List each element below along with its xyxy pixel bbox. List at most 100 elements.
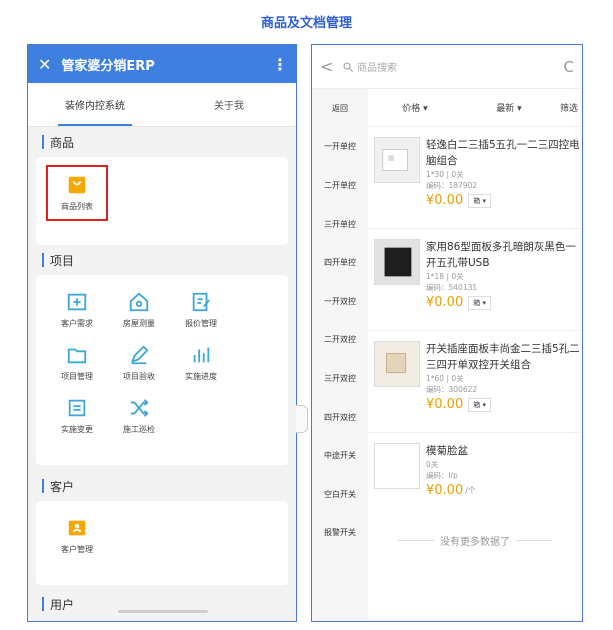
- side-drawer-handle[interactable]: [296, 405, 308, 433]
- item-label: 客户管理: [61, 544, 93, 554]
- product-price: ¥0.00: [426, 193, 464, 208]
- divider: [516, 540, 552, 541]
- product-name: 轻逸白二三插5五孔一二三四控电脑组合: [426, 139, 580, 167]
- no-more-text: 没有更多数据了: [440, 537, 510, 548]
- erp-home-screen: ✕ 管家婆分销ERP ⋮ 装修内控系统 关于我 商品 商品列表 项目 客户需求: [27, 44, 297, 622]
- category-item[interactable]: 一开单控: [312, 128, 368, 167]
- app-title: 管家婆分销ERP: [61, 58, 155, 74]
- implementation-change-button[interactable]: 实施变更: [46, 389, 108, 442]
- item-label: 房屋测量: [123, 318, 155, 328]
- house-measure-button[interactable]: 房屋测量: [108, 283, 170, 336]
- section-marker: [42, 479, 44, 493]
- product-price: ¥0.00: [426, 397, 464, 412]
- item-label: 实施变更: [61, 424, 93, 434]
- product-code: 编码：300622: [426, 385, 478, 394]
- customer-demand-button[interactable]: 客户需求: [46, 283, 108, 336]
- category-item[interactable]: 三开双控: [312, 359, 368, 398]
- section-customer-header: 客户: [28, 471, 296, 501]
- product-code: 编码：187902: [426, 181, 478, 190]
- search-icon: [343, 62, 353, 72]
- category-item[interactable]: 三开单控: [312, 205, 368, 244]
- category-item[interactable]: 报警开关: [312, 514, 368, 553]
- search-input[interactable]: 商品搜索: [342, 59, 562, 74]
- back-icon[interactable]: <: [320, 57, 342, 76]
- pencil-icon: [131, 344, 149, 364]
- shuffle-icon: [130, 398, 149, 417]
- list-item[interactable]: 轻逸白二三插5五孔一二三四控电脑组合 1*30 | 0关 编码：187902 ¥…: [368, 127, 582, 229]
- search-placeholder: 商品搜索: [357, 63, 397, 74]
- category-item[interactable]: 二开双控: [312, 321, 368, 360]
- product-thumbnail: [374, 239, 420, 285]
- filter-button[interactable]: 筛选: [556, 101, 582, 114]
- unit-label: /个: [465, 486, 476, 495]
- category-sidebar: 返回 一开单控 二开单控 三开单控 四开单控 一开双控 二开双控 三开双控 四开…: [312, 89, 368, 621]
- list-box-icon: [68, 399, 86, 416]
- list-item[interactable]: 开关插座面板丰尚金二三插5孔二三四开单双控开关组合 1*60 | 0关 编码：3…: [368, 331, 582, 433]
- bar-chart-icon: [193, 347, 210, 362]
- section-title: 项目: [50, 253, 75, 268]
- product-list: 价格 ▾ 最新 ▾ 筛选 轻逸白二三插5五孔一二三四控电脑组合 1*30 | 0…: [368, 89, 582, 621]
- unit-select[interactable]: 箱 ▾: [468, 295, 491, 310]
- section-title: 客户: [50, 479, 75, 494]
- project-acceptance-button[interactable]: 项目验收: [108, 336, 170, 389]
- end-of-list: 没有更多数据了: [368, 533, 582, 548]
- construction-inspection-button[interactable]: 施工巡检: [108, 389, 170, 442]
- section-title: 商品: [50, 135, 75, 150]
- product-price: ¥0.00: [426, 483, 464, 498]
- quote-management-button[interactable]: 报价管理: [170, 283, 232, 336]
- section-project-header: 项目: [28, 245, 296, 275]
- tab-decoration-control[interactable]: 装修内控系统: [28, 83, 162, 126]
- product-price: ¥0.00: [426, 295, 464, 310]
- item-label: 实施进度: [185, 371, 217, 381]
- category-item[interactable]: 中途开关: [312, 436, 368, 475]
- section-user-header: 用户: [28, 589, 296, 619]
- edit-document-icon: [192, 292, 210, 311]
- product-spec: 0关: [426, 460, 439, 469]
- sort-newest[interactable]: 最新 ▾: [462, 101, 556, 114]
- section-title: 用户: [50, 597, 75, 612]
- unit-select[interactable]: 箱 ▾: [468, 193, 491, 208]
- category-item[interactable]: 一开双控: [312, 282, 368, 321]
- shopping-bag-icon: [68, 176, 86, 194]
- unit-select[interactable]: 箱 ▾: [468, 397, 491, 412]
- product-thumbnail: [374, 341, 420, 387]
- item-label: 项目验收: [123, 371, 155, 381]
- item-label: 施工巡检: [123, 424, 155, 434]
- product-code: 编码：540131: [426, 283, 478, 292]
- contact-card-icon: [68, 520, 86, 535]
- product-list-screen: < 商品搜索 C 返回 一开单控 二开单控 三开单控 四开单控 一开双控 二开双…: [311, 44, 583, 622]
- product-spec: 1*18 | 0关: [426, 272, 464, 281]
- item-label: 项目管理: [61, 371, 93, 381]
- implementation-progress-button[interactable]: 实施进度: [170, 336, 232, 389]
- product-name: 家用86型面板多孔暗朗灰黑色一开五孔带USB: [426, 241, 576, 269]
- search-bar: < 商品搜索 C: [312, 45, 582, 89]
- home-indicator: [118, 610, 208, 613]
- section-marker: [42, 253, 44, 267]
- category-item[interactable]: 二开单控: [312, 166, 368, 205]
- section-marker: [42, 135, 44, 149]
- broken-image-icon: [374, 443, 420, 489]
- category-item[interactable]: 四开单控: [312, 243, 368, 282]
- list-item[interactable]: 模菊脸盆 0关 编码：l/p ¥0.00 /个: [368, 433, 582, 515]
- sort-price[interactable]: 价格 ▾: [368, 101, 462, 114]
- refresh-icon[interactable]: C: [562, 58, 574, 76]
- list-item[interactable]: 家用86型面板多孔暗朗灰黑色一开五孔带USB 1*18 | 0关 编码：5401…: [368, 229, 582, 331]
- tab-about-me[interactable]: 关于我: [162, 83, 296, 126]
- product-name: 开关插座面板丰尚金二三插5孔二三四开单双控开关组合: [426, 343, 580, 371]
- product-spec: 1*60 | 0关: [426, 374, 464, 383]
- product-code: 编码：l/p: [426, 471, 458, 480]
- goods-list-button[interactable]: 商品列表: [46, 165, 108, 221]
- category-item[interactable]: 四开双控: [312, 398, 368, 437]
- close-icon[interactable]: ✕: [38, 55, 51, 74]
- project-management-button[interactable]: 项目管理: [46, 336, 108, 389]
- category-item[interactable]: 返回: [312, 89, 368, 128]
- customer-card: 客户管理: [36, 501, 288, 585]
- section-goods-header: 商品: [28, 127, 296, 157]
- project-card: 客户需求 房屋测量 报价管理 项目管理 项目验收 实施进度 实施变更 施工巡检: [36, 275, 288, 465]
- tab-bar: 装修内控系统 关于我: [28, 83, 296, 127]
- category-item[interactable]: 空白开关: [312, 475, 368, 514]
- customer-management-button[interactable]: 客户管理: [46, 509, 108, 562]
- more-menu-icon[interactable]: ⋮: [272, 55, 288, 74]
- product-thumbnail: [374, 137, 420, 183]
- plus-box-icon: [67, 293, 87, 310]
